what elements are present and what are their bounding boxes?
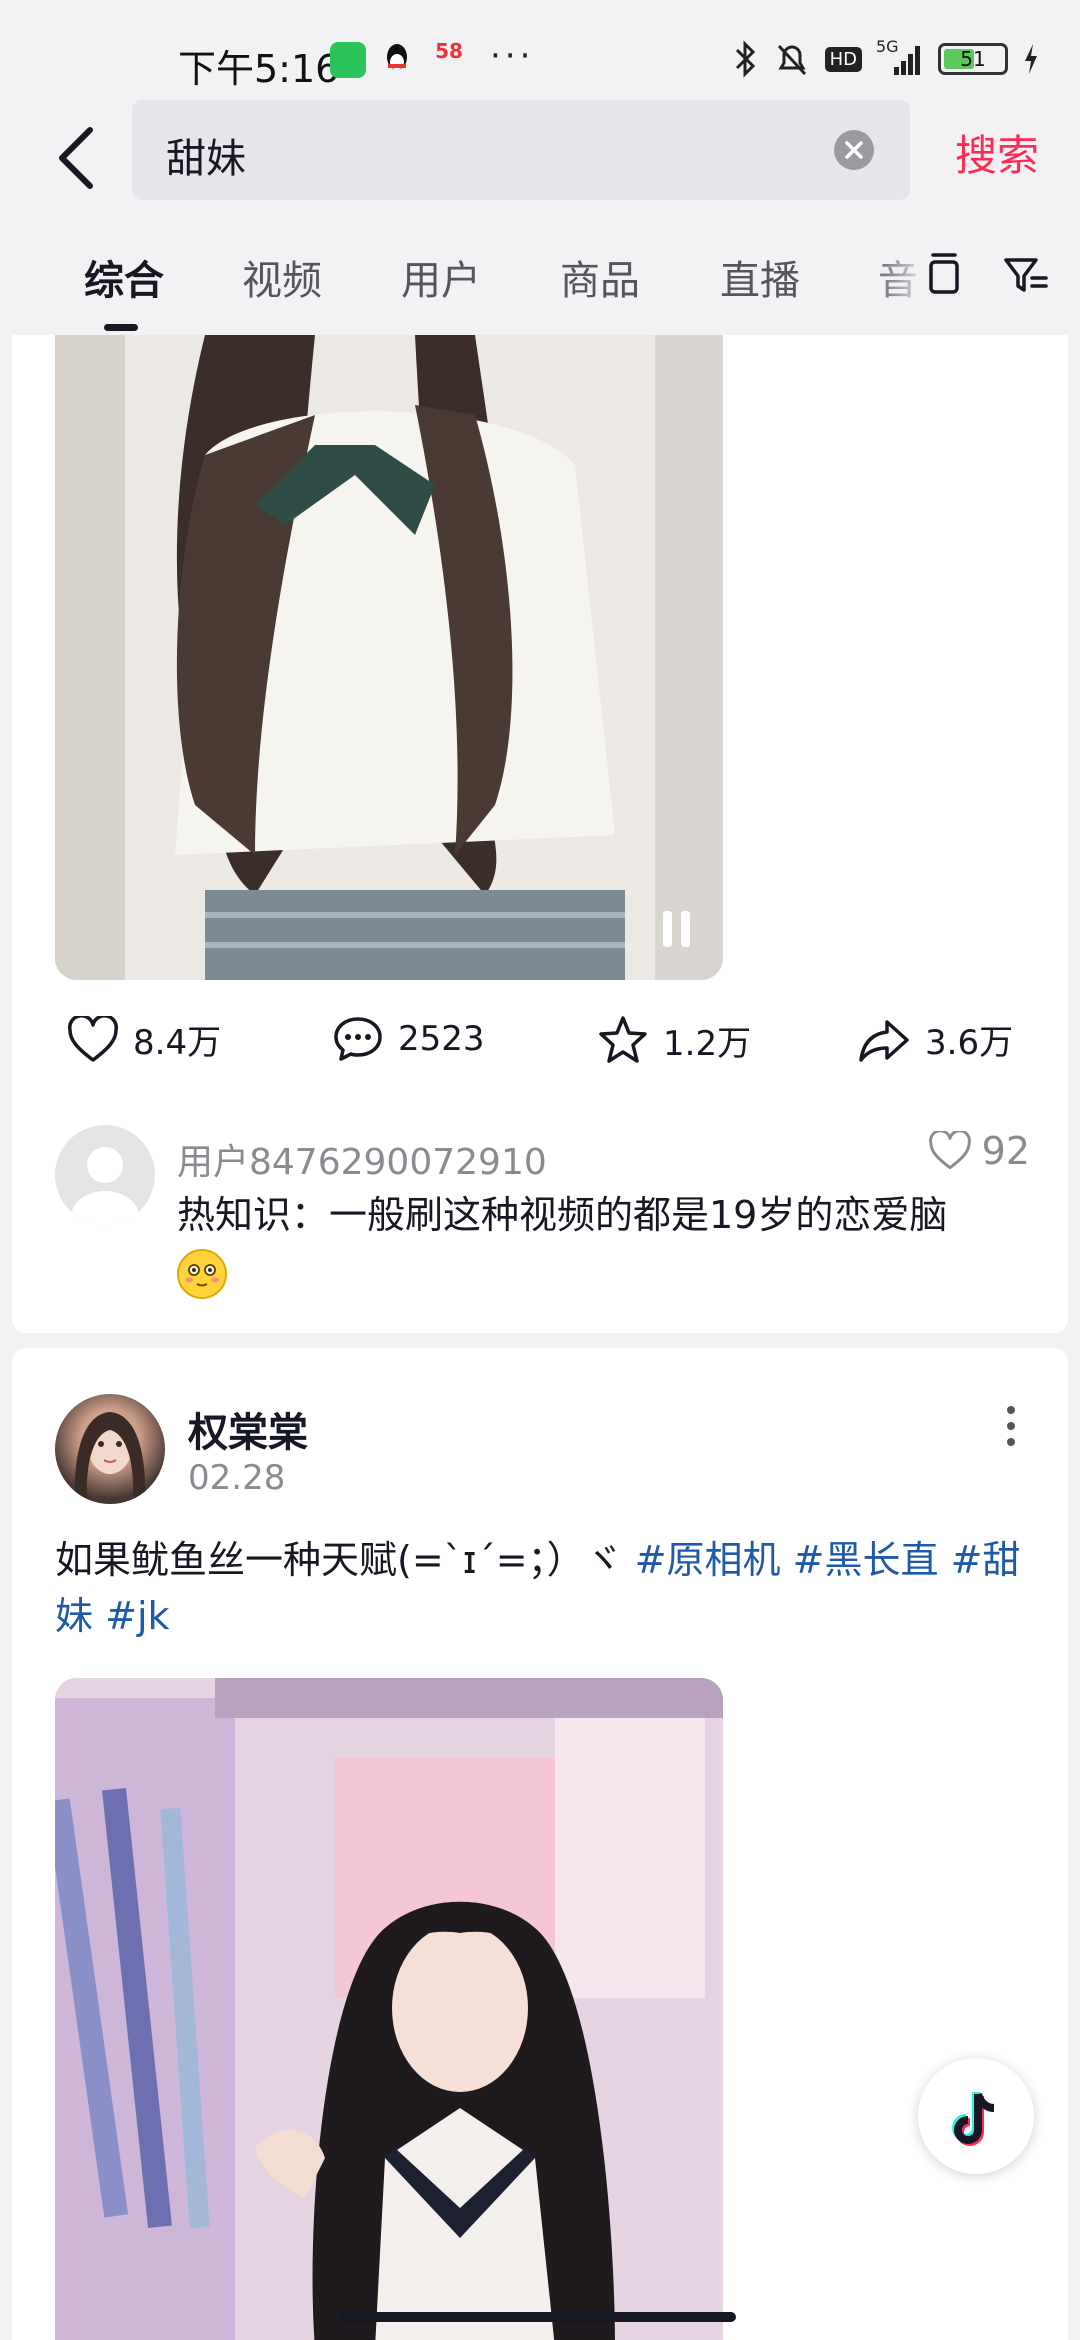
search-header: 甜妹 搜索 综合 视频 用户 商品 直播 音 [0, 100, 1080, 331]
charging-icon [1025, 44, 1037, 74]
favorite-button[interactable]: 1.2万 [597, 1015, 751, 1065]
like-count: 8.4万 [133, 1023, 222, 1063]
signal-icon: 5G [876, 37, 924, 77]
home-indicator[interactable] [338, 2312, 736, 2322]
search-button[interactable]: 搜索 [955, 122, 1039, 183]
wechat-icon [330, 42, 366, 78]
post-description: 如果鱿鱼丝一种天赋(=`ɪ´=；）ヾ #原相机 #黑长直 #甜妹 #jk [55, 1532, 1035, 1644]
clear-circle-icon[interactable] [834, 130, 874, 170]
heart-icon [67, 1015, 119, 1062]
comment-username[interactable]: 用户8476290072910 [177, 1133, 547, 1185]
comment-text: 热知识：一般刷这种视频的都是19岁的恋爱脑 [177, 1193, 948, 1237]
action-bar: 8.4万 2523 1.2万 3.6万 [12, 1015, 1068, 1085]
video-thumbnail[interactable] [55, 335, 723, 980]
video-frame [55, 335, 723, 980]
comment-icon [334, 1017, 382, 1061]
author-avatar[interactable] [55, 1394, 165, 1504]
status-bar: 下午5:16 58 ··· HD 5G 51 [0, 0, 1080, 100]
tab-users[interactable]: 用户 [401, 248, 481, 306]
result-tabs: 综合 视频 用户 商品 直播 音 [0, 240, 1080, 331]
tab-video[interactable]: 视频 [242, 248, 322, 306]
search-query[interactable]: 甜妹 [166, 126, 246, 184]
tab-fade [870, 240, 930, 310]
hashtag-link[interactable]: #原相机 [635, 1538, 781, 1582]
video-frame [55, 1678, 723, 2340]
hashtag-link[interactable]: #jk [105, 1594, 169, 1638]
pause-icon[interactable] [657, 907, 697, 951]
chevron-left-icon[interactable] [50, 118, 110, 198]
avatar[interactable] [55, 1125, 155, 1225]
hd-badge: HD [824, 46, 862, 72]
active-tab-indicator [104, 324, 138, 331]
mute-bell-icon [777, 44, 806, 76]
tab-comprehensive[interactable]: 综合 [84, 248, 164, 306]
status-right: HD 5G 51 [733, 37, 1040, 78]
battery-icon: 51 [938, 43, 1008, 75]
layout-toggle-icon[interactable] [925, 250, 963, 300]
more-notifications-icon: ··· [490, 36, 535, 76]
favorite-count: 1.2万 [663, 1023, 752, 1064]
result-card: 权棠棠 02.28 如果鱿鱼丝一种天赋(=`ɪ´=；）ヾ #原相机 #黑长直 #… [12, 1348, 1068, 2340]
share-count: 3.6万 [925, 1023, 1014, 1063]
heart-icon [928, 1131, 971, 1170]
qq-icon [387, 44, 407, 70]
like-button[interactable]: 8.4万 [67, 1015, 221, 1064]
comment-count: 2523 [398, 1019, 485, 1059]
comment-like-count: 92 [981, 1129, 1030, 1173]
status-time: 下午5:16 [178, 47, 340, 91]
app-58-icon: 58 [435, 39, 463, 63]
more-vertical-icon[interactable] [1004, 1404, 1018, 1448]
tab-live[interactable]: 直播 [720, 248, 800, 306]
comment-button[interactable]: 2523 [332, 1015, 485, 1063]
filter-icon[interactable] [1002, 250, 1050, 300]
result-card: 8.4万 2523 1.2万 3.6万 用户8476290072910 92 热… [12, 335, 1068, 1333]
douyin-logo-icon [952, 2092, 995, 2146]
hashtag-link[interactable]: #黑长直 [793, 1538, 939, 1582]
post-caption: 如果鱿鱼丝一种天赋(=`ɪ´=；）ヾ [55, 1538, 635, 1582]
comment-like-button[interactable]: 92 [928, 1129, 1030, 1173]
tab-products[interactable]: 商品 [560, 248, 640, 306]
post-date: 02.28 [188, 1458, 286, 1498]
blush-emoji-icon [177, 1249, 227, 1299]
author-name[interactable]: 权棠棠 [188, 1400, 308, 1458]
share-button[interactable]: 3.6万 [857, 1015, 1013, 1064]
video-thumbnail[interactable] [55, 1678, 723, 2340]
bluetooth-icon [735, 40, 755, 78]
star-icon [599, 1016, 647, 1063]
search-input[interactable]: 甜妹 [132, 100, 910, 200]
douyin-floating-button[interactable] [918, 2058, 1034, 2174]
share-icon [859, 1019, 909, 1062]
